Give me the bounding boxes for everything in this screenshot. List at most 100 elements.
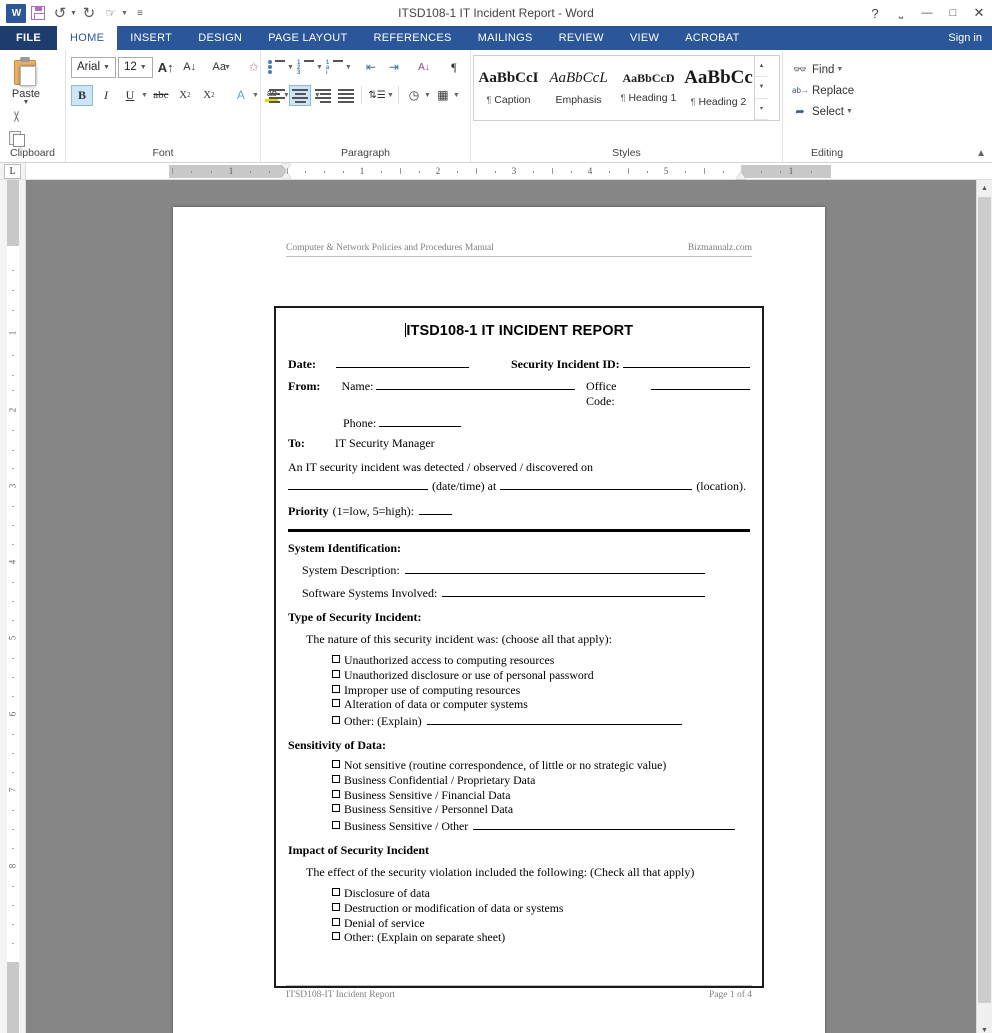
minimize-button[interactable]: — bbox=[914, 2, 940, 24]
tab-insert[interactable]: INSERT bbox=[117, 26, 185, 50]
underline-dropdown-icon[interactable]: ▼ bbox=[141, 92, 148, 99]
software-systems-input-line[interactable] bbox=[442, 584, 705, 597]
checkbox-icon[interactable] bbox=[332, 932, 340, 940]
redo-icon[interactable]: ↻ bbox=[79, 3, 99, 23]
sign-in-link[interactable]: Sign in bbox=[938, 26, 992, 50]
style-caption[interactable]: AaBbCcI ¶ Caption bbox=[474, 56, 544, 120]
superscript-button[interactable]: X2 bbox=[198, 85, 220, 106]
styles-scroll-down-icon[interactable]: ▼ bbox=[755, 77, 768, 98]
checkbox-item[interactable]: Business Sensitive / Personnel Data bbox=[332, 802, 750, 817]
type-other-input-line[interactable] bbox=[427, 712, 682, 725]
incident-location-input-line[interactable] bbox=[500, 477, 692, 490]
style-heading-2[interactable]: AaBbCc ¶ Heading 2 bbox=[684, 56, 754, 120]
system-description-input-line[interactable] bbox=[405, 561, 705, 574]
tab-view[interactable]: VIEW bbox=[617, 26, 672, 50]
paste-button[interactable]: Paste ▼ bbox=[5, 55, 47, 106]
checkbox-item[interactable]: Unauthorized disclosure or use of person… bbox=[332, 668, 750, 683]
checkbox-icon[interactable] bbox=[332, 918, 340, 926]
bold-button[interactable]: B bbox=[71, 85, 93, 106]
align-center-icon[interactable] bbox=[289, 85, 311, 106]
sensitivity-other-input-line[interactable] bbox=[473, 817, 735, 830]
align-left-icon[interactable] bbox=[266, 85, 288, 106]
increase-indent-icon[interactable]: ⇥ bbox=[383, 57, 405, 78]
office-code-input-line[interactable] bbox=[651, 377, 750, 390]
scrollbar-thumb[interactable] bbox=[978, 197, 991, 1003]
subscript-button[interactable]: X2 bbox=[174, 85, 196, 106]
vertical-ruler[interactable]: 1 2 3 4 5 6 7 8 bbox=[0, 180, 26, 1033]
styles-more-icon[interactable]: ▾ bbox=[755, 99, 768, 120]
phone-input-line[interactable] bbox=[379, 414, 461, 427]
shrink-font-icon[interactable]: A↓ bbox=[179, 57, 201, 78]
borders-icon[interactable]: ▦ bbox=[432, 85, 454, 106]
checkbox-item[interactable]: Denial of service bbox=[332, 916, 750, 931]
styles-scroll-up-icon[interactable]: ▲ bbox=[755, 56, 768, 77]
close-button[interactable]: ✕ bbox=[966, 2, 992, 24]
checkbox-icon[interactable] bbox=[332, 821, 340, 829]
shading-dropdown-icon[interactable]: ▼ bbox=[424, 92, 431, 99]
font-size-dropdown-icon[interactable]: ▼ bbox=[137, 64, 150, 71]
text-effects-dropdown-icon[interactable]: ▼ bbox=[252, 92, 259, 99]
incident-report-form[interactable]: ITSD108-1 IT INCIDENT REPORT Date: Secur… bbox=[274, 306, 764, 988]
right-indent-marker[interactable] bbox=[736, 172, 746, 179]
tab-home[interactable]: HOME bbox=[57, 26, 117, 50]
document-page[interactable]: Computer & Network Policies and Procedur… bbox=[173, 207, 825, 1033]
text-effects-icon[interactable]: A bbox=[230, 85, 252, 106]
change-case-icon[interactable]: Aa▼ bbox=[211, 57, 233, 78]
line-spacing-dropdown-icon[interactable]: ▼ bbox=[387, 92, 394, 99]
tab-mailings[interactable]: MAILINGS bbox=[465, 26, 546, 50]
numbering-icon[interactable]: 123 bbox=[295, 57, 317, 78]
tab-page-layout[interactable]: PAGE LAYOUT bbox=[255, 26, 360, 50]
scroll-down-button[interactable]: ▼ bbox=[977, 1022, 992, 1033]
customize-quick-access-icon[interactable]: ≡ bbox=[130, 3, 150, 23]
ruler-track[interactable]: 1 1 2 3 4 5 1 bbox=[26, 163, 992, 179]
checkbox-icon[interactable] bbox=[332, 699, 340, 707]
align-right-icon[interactable] bbox=[312, 85, 334, 106]
strikethrough-button[interactable]: abc bbox=[150, 85, 172, 106]
multilevel-list-dropdown-icon[interactable]: ▼ bbox=[345, 64, 352, 71]
checkbox-item[interactable]: Improper use of computing resources bbox=[332, 683, 750, 698]
checkbox-item[interactable]: Unauthorized access to computing resourc… bbox=[332, 653, 750, 668]
undo-dropdown-icon[interactable]: ▼ bbox=[70, 10, 77, 17]
tab-references[interactable]: REFERENCES bbox=[361, 26, 465, 50]
checkbox-icon[interactable] bbox=[332, 655, 340, 663]
show-formatting-marks-icon[interactable]: ¶ bbox=[443, 57, 465, 78]
font-size-combo[interactable]: 12 ▼ bbox=[118, 57, 153, 78]
numbering-dropdown-icon[interactable]: ▼ bbox=[316, 64, 323, 71]
save-icon[interactable] bbox=[28, 3, 48, 23]
tab-stop-selector[interactable]: L bbox=[0, 163, 26, 179]
checkbox-icon[interactable] bbox=[332, 670, 340, 678]
horizontal-ruler[interactable]: L 1 1 2 3 4 5 1 bbox=[0, 163, 992, 180]
scrollbar-track[interactable] bbox=[977, 197, 992, 1022]
checkbox-item[interactable]: Not sensitive (routine correspondence, o… bbox=[332, 758, 750, 773]
find-dropdown-icon[interactable]: ▼ bbox=[836, 66, 843, 73]
date-input-line[interactable] bbox=[336, 355, 469, 368]
checkbox-icon[interactable] bbox=[332, 903, 340, 911]
undo-icon[interactable]: ↺ bbox=[50, 3, 70, 23]
checkbox-item[interactable]: Alteration of data or computer systems bbox=[332, 697, 750, 712]
select-dropdown-icon[interactable]: ▼ bbox=[846, 108, 853, 115]
checkbox-item[interactable]: Disclosure of data bbox=[332, 886, 750, 901]
checkbox-icon[interactable] bbox=[332, 790, 340, 798]
vertical-scrollbar[interactable]: ▲ ▼ bbox=[976, 180, 992, 1033]
line-spacing-icon[interactable]: ⇅☰ bbox=[366, 85, 388, 106]
document-canvas[interactable]: Computer & Network Policies and Procedur… bbox=[26, 180, 976, 1033]
tab-file[interactable]: FILE bbox=[0, 26, 57, 50]
grow-font-icon[interactable]: A↑ bbox=[155, 57, 177, 78]
italic-button[interactable]: I bbox=[95, 85, 117, 106]
hanging-indent-marker[interactable] bbox=[281, 172, 291, 178]
find-button[interactable]: 👓 Find ▼ bbox=[788, 59, 866, 80]
scroll-up-button[interactable]: ▲ bbox=[977, 180, 992, 197]
ribbon-display-options-button[interactable]: ⎵ bbox=[888, 2, 914, 24]
collapse-ribbon-icon[interactable]: ▲ bbox=[976, 148, 986, 159]
bullets-dropdown-icon[interactable]: ▼ bbox=[287, 64, 294, 71]
name-input-line[interactable] bbox=[376, 377, 575, 390]
priority-input-line[interactable] bbox=[419, 502, 452, 515]
bullets-icon[interactable] bbox=[266, 57, 288, 78]
tab-acrobat[interactable]: ACROBAT bbox=[672, 26, 752, 50]
checkbox-item[interactable]: Business Sensitive / Financial Data bbox=[332, 788, 750, 803]
cut-icon[interactable] bbox=[9, 110, 25, 124]
checkbox-item[interactable]: Business Sensitive / Other bbox=[332, 817, 750, 834]
checkbox-icon[interactable] bbox=[332, 775, 340, 783]
word-logo-icon[interactable]: W bbox=[6, 3, 26, 23]
checkbox-icon[interactable] bbox=[332, 888, 340, 896]
